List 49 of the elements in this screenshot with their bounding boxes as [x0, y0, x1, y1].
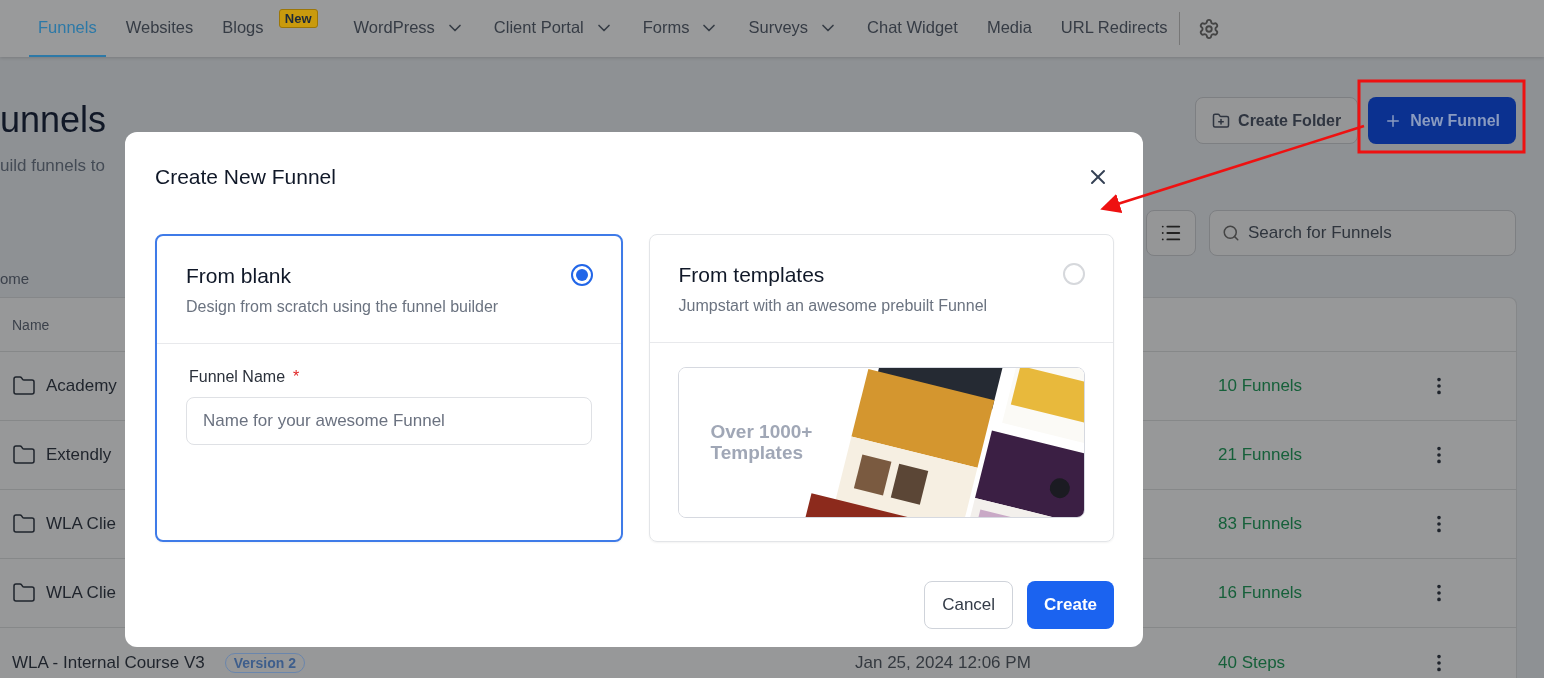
option-card[interactable]: From blank Design from scratch using the funnel builder Funnel Name * Name for your awesome Funnel [155, 234, 623, 542]
row-name[interactable]: WLA Clie [46, 514, 116, 534]
count-cell: 40 Steps [1218, 652, 1286, 673]
required-mark: * [293, 368, 300, 385]
folder-icon [12, 443, 36, 467]
count-cell: 83 Funnels [1218, 514, 1303, 534]
date-cell: Jan 25, 2024 12:06 PM [855, 652, 1031, 673]
nav-tab[interactable]: Chat Widget [858, 0, 967, 57]
folder-icon [12, 512, 36, 536]
nav-tab[interactable]: Surveys [739, 0, 848, 57]
nav-tab[interactable]: Client Portal [484, 0, 623, 57]
funnel-name-field[interactable]: Name for your awesome Funnel [186, 397, 592, 445]
option-title: From blank [186, 264, 293, 288]
settings-icon[interactable] [1197, 17, 1220, 40]
nav-tab[interactable]: Media [977, 0, 1041, 57]
row-name[interactable]: WLA - Internal Course V3 [12, 652, 205, 673]
new-funnel-button[interactable]: New Funnel [1368, 97, 1516, 144]
page-title: unnels [0, 98, 107, 142]
count-cell: 16 Funnels [1218, 583, 1303, 603]
dialog-title: Create New Funnel [155, 165, 336, 189]
row-name[interactable]: WLA Clie [46, 583, 116, 603]
new-badge: New [278, 9, 318, 28]
count-cell: 21 Funnels [1218, 445, 1303, 465]
search-field[interactable]: Search for Funnels [1209, 210, 1516, 256]
count-cell: 10 Funnels [1218, 376, 1303, 396]
create-folder-button[interactable]: Create Folder [1195, 97, 1359, 144]
nav-tab[interactable]: WordPress [344, 0, 474, 57]
row-name[interactable]: Academy [46, 376, 117, 396]
preview-caption: Over 1000+ Templates [710, 421, 814, 463]
option-description: Design from scratch using the funnel builder [186, 298, 499, 316]
create-button[interactable]: Create [1027, 581, 1114, 629]
option-card[interactable]: From templates Jumpstart with an awesome prebuilt Funnel Over 1000+ Templates [648, 234, 1114, 542]
search-input[interactable]: Search for Funnels [1246, 222, 1486, 244]
list-view-button[interactable] [1146, 210, 1196, 256]
column-header: Name [12, 316, 51, 333]
option-description: Jumpstart with an awesome prebuilt Funnel [678, 297, 988, 315]
search-icon [1222, 224, 1240, 242]
field-label: Funnel Name [189, 368, 286, 385]
radio-button[interactable] [570, 264, 593, 286]
folder-plus-icon [1212, 111, 1231, 130]
folder-icon [12, 374, 36, 398]
nav-tab[interactable]: URL Redirects [1051, 0, 1177, 57]
nav-tab[interactable]: Forms [633, 0, 729, 57]
cancel-button[interactable]: Cancel [924, 581, 1014, 629]
row-name[interactable]: Extendly [46, 445, 112, 465]
option-title: From templates [678, 263, 826, 287]
page-subtitle: uild funnels to [0, 156, 106, 176]
nav-tab[interactable]: Websites [116, 0, 203, 57]
folder-icon [12, 581, 36, 605]
